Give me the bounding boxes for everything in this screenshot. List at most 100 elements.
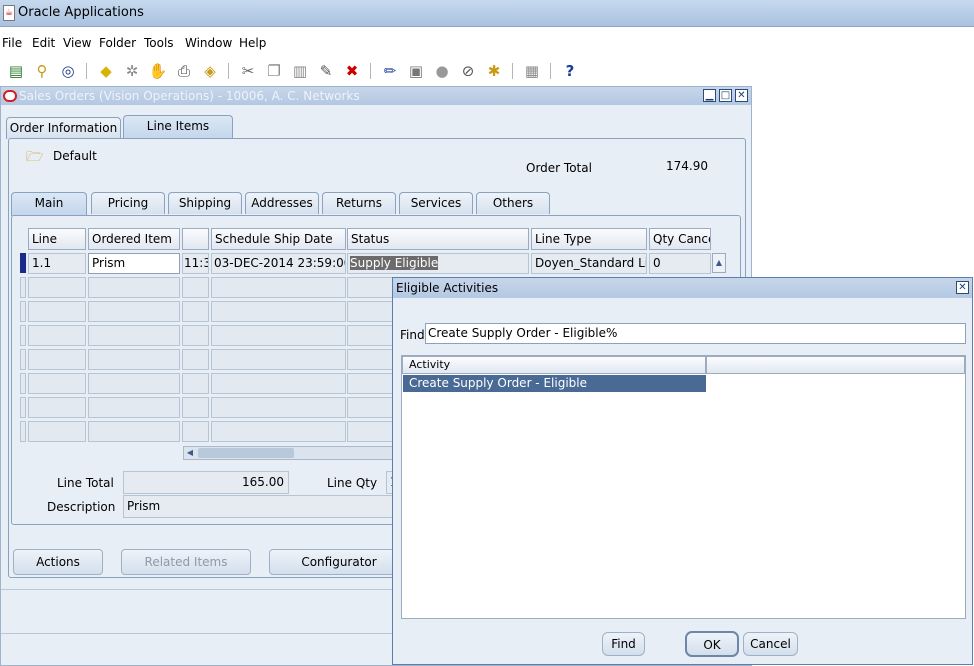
menu-file[interactable]: File [2,36,22,50]
attachments-icon[interactable]: ⊘ [458,61,478,81]
table-row[interactable] [88,397,180,418]
cell-ordered-item[interactable]: Prism [88,253,180,274]
table-row[interactable] [347,277,397,298]
new-icon[interactable]: ▤ [6,61,26,81]
table-row[interactable] [182,301,209,322]
find-button[interactable]: Find [602,632,645,656]
subtab-main[interactable]: Main [11,192,87,216]
column-header-qty-cancel[interactable]: Qty Cance [649,228,711,250]
table-row[interactable] [211,397,346,418]
folder-tools-icon[interactable]: ✱ [484,61,504,81]
table-row[interactable] [28,277,86,298]
column-header-line[interactable]: Line [28,228,86,250]
column-header-activity[interactable]: Activity [402,356,706,374]
subtab-shipping[interactable]: Shipping [168,192,242,214]
column-header-blank[interactable] [182,228,209,250]
table-row[interactable] [88,301,180,322]
table-row[interactable] [347,397,397,418]
cell-line-type[interactable]: Doyen_Standard Li [531,253,647,274]
menu-window[interactable]: Window [185,36,232,50]
table-row[interactable] [182,421,209,442]
table-row[interactable] [182,325,209,346]
configurator-button[interactable]: Configurator [269,549,409,575]
find-icon[interactable]: ⚲ [32,61,52,81]
table-row[interactable] [211,277,346,298]
table-row[interactable] [28,325,86,346]
table-row[interactable] [182,277,209,298]
menu-edit[interactable]: Edit [32,36,55,50]
edit-field-icon[interactable]: ✏ [380,61,400,81]
translations-icon[interactable]: ● [432,61,452,81]
column-header-schedule-ship-date[interactable]: Schedule Ship Date [211,228,346,250]
close-form-icon[interactable]: ◈ [200,61,220,81]
help-icon[interactable]: ? [560,61,580,81]
table-row[interactable] [88,349,180,370]
table-row[interactable] [347,301,397,322]
tab-line-items[interactable]: Line Items [123,115,233,139]
copy-icon[interactable]: ❐ [264,61,284,81]
window-icon[interactable]: ▦ [522,61,542,81]
table-row[interactable] [28,373,86,394]
column-header-ordered-item[interactable]: Ordered Item [88,228,180,250]
table-row[interactable] [211,325,346,346]
zoom-icon[interactable]: ▣ [406,61,426,81]
cut-icon[interactable]: ✂ [238,61,258,81]
table-row[interactable] [211,301,346,322]
subtab-addresses[interactable]: Addresses [245,192,319,214]
table-row[interactable] [88,421,180,442]
table-row[interactable] [347,325,397,346]
table-row[interactable] [182,349,209,370]
save-icon[interactable]: ◆ [96,61,116,81]
close-icon[interactable]: ✕ [956,281,969,294]
subtab-returns[interactable]: Returns [322,192,396,214]
maximize-icon[interactable]: □ [719,89,732,102]
table-row[interactable] [88,325,180,346]
list-item[interactable]: Create Supply Order - Eligible [403,375,706,392]
delete-icon[interactable]: ✖ [342,61,362,81]
cell-status[interactable]: Supply Eligible [347,253,529,274]
record-indicator[interactable] [20,421,26,442]
ok-button[interactable]: OK [685,631,739,657]
folder-open-icon[interactable]: 🗁 [26,146,44,165]
related-items-button[interactable]: Related Items [121,549,251,575]
table-row[interactable] [88,373,180,394]
table-row[interactable] [182,397,209,418]
menu-help[interactable]: Help [239,36,266,50]
actions-button[interactable]: Actions [13,549,103,575]
table-row[interactable] [88,277,180,298]
cancel-button[interactable]: Cancel [743,632,798,656]
column-header-status[interactable]: Status [347,228,529,250]
table-row[interactable] [211,373,346,394]
scroll-left-icon[interactable]: ◀ [184,447,196,459]
switch-responsibility-icon[interactable]: ✋ [148,61,168,81]
paste-icon[interactable]: ▥ [290,61,310,81]
subtab-services[interactable]: Services [399,192,473,214]
scroll-up-icon[interactable]: ▲ [712,253,726,273]
clear-record-icon[interactable]: ✎ [316,61,336,81]
scrollbar-thumb[interactable] [198,448,294,458]
navigator-icon[interactable]: ◎ [58,61,78,81]
menu-tools[interactable]: Tools [144,36,174,50]
subtab-pricing[interactable]: Pricing [91,192,165,214]
cell-time[interactable]: 11:3 [182,253,209,274]
subtab-others[interactable]: Others [476,192,550,214]
record-indicator[interactable] [20,373,26,394]
menu-view[interactable]: View [63,36,91,50]
table-row[interactable] [28,301,86,322]
table-row[interactable] [347,373,397,394]
table-row[interactable] [347,421,397,442]
table-row[interactable] [28,397,86,418]
record-indicator[interactable] [20,277,26,298]
record-indicator[interactable] [20,349,26,370]
menu-folder[interactable]: Folder [99,36,136,50]
table-row[interactable] [28,421,86,442]
column-header-line-type[interactable]: Line Type [531,228,647,250]
tab-order-information[interactable]: Order Information [6,117,121,139]
cell-line[interactable]: 1.1 [28,253,86,274]
description-field[interactable]: Prism [123,495,399,518]
line-total-field[interactable]: 165.00 [123,471,289,494]
table-row[interactable] [211,349,346,370]
record-indicator[interactable] [20,325,26,346]
next-step-icon[interactable]: ✲ [122,61,142,81]
table-row[interactable] [211,421,346,442]
